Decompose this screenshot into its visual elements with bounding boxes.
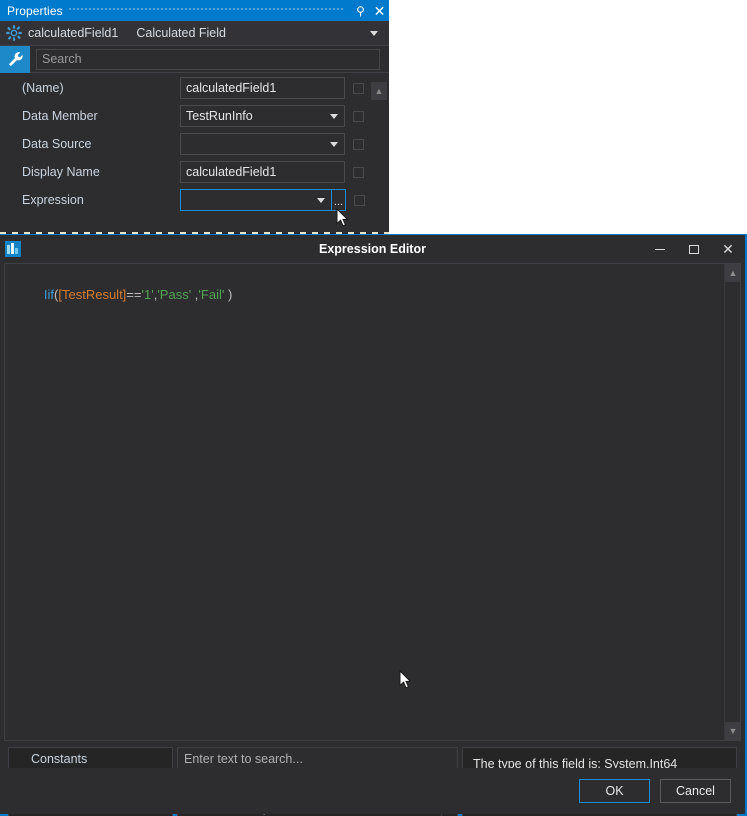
- chevron-down-icon[interactable]: [370, 30, 378, 36]
- dialog-title: Expression Editor: [319, 242, 426, 256]
- app-root: Properties ⚲ ✕ calculatedField1 Calculat…: [0, 0, 747, 816]
- expression-ellipsis-button[interactable]: ...: [332, 189, 346, 211]
- scroll-down-arrow-icon[interactable]: ▼: [725, 722, 740, 740]
- property-value-data-source[interactable]: [180, 133, 345, 155]
- property-label: Data Member: [22, 109, 98, 123]
- property-label: Data Source: [22, 137, 92, 151]
- search-input[interactable]: [36, 48, 380, 70]
- pin-icon[interactable]: ⚲: [351, 0, 370, 21]
- property-bind-checkbox[interactable]: [353, 138, 364, 150]
- token-punct: ): [224, 287, 233, 302]
- property-bind-checkbox[interactable]: [353, 82, 364, 94]
- token-string: 'Pass': [157, 287, 192, 302]
- property-label: Display Name: [22, 165, 100, 179]
- properties-scroll-up-button[interactable]: ▲: [371, 82, 387, 100]
- property-value-display-name[interactable]: calculatedField1: [180, 161, 345, 183]
- chevron-down-icon[interactable]: [330, 114, 338, 119]
- properties-titlebar: Properties ⚲ ✕: [0, 0, 389, 21]
- editor-vertical-scrollbar[interactable]: ▲ ▼: [724, 264, 740, 740]
- window-controls: ✕: [643, 235, 745, 263]
- maximize-icon[interactable]: [677, 235, 711, 263]
- property-row[interactable]: Display Name calculatedField1: [0, 158, 389, 186]
- token-string: '1': [141, 287, 154, 302]
- properties-search-row: [0, 45, 389, 73]
- gear-icon: [5, 24, 23, 42]
- object-name: calculatedField1: [28, 26, 119, 40]
- property-row[interactable]: Data Source: [0, 130, 389, 158]
- chevron-down-icon[interactable]: [330, 142, 338, 147]
- scroll-up-arrow-icon[interactable]: ▲: [725, 264, 740, 282]
- close-icon[interactable]: ✕: [370, 0, 389, 21]
- token-string: 'Fail': [198, 287, 225, 302]
- chevron-down-icon[interactable]: [317, 198, 325, 203]
- property-value-name[interactable]: calculatedField1: [180, 77, 345, 99]
- property-bind-checkbox[interactable]: [353, 110, 364, 122]
- minimize-icon[interactable]: [643, 235, 677, 263]
- property-value-data-member[interactable]: TestRunInfo: [180, 105, 345, 127]
- property-value-expression[interactable]: [180, 189, 332, 211]
- wrench-icon[interactable]: [0, 45, 30, 73]
- chart-app-icon: [5, 241, 21, 257]
- cancel-button[interactable]: Cancel: [660, 779, 731, 803]
- properties-title: Properties: [7, 3, 63, 18]
- property-label: Expression: [22, 193, 84, 207]
- property-row[interactable]: Data Member TestRunInfo: [0, 102, 389, 130]
- property-row[interactable]: (Name) calculatedField1: [0, 74, 389, 102]
- object-selector-row[interactable]: calculatedField1 Calculated Field: [0, 21, 389, 46]
- close-icon[interactable]: ✕: [711, 235, 745, 263]
- expression-text: Iif([TestResult]=='1','Pass' ,'Fail' ): [15, 272, 232, 317]
- drag-grip[interactable]: [68, 0, 345, 21]
- property-row-expression[interactable]: Expression ...: [0, 186, 389, 214]
- expression-code-editor[interactable]: Iif([TestResult]=='1','Pass' ,'Fail' ) ▲…: [4, 263, 741, 741]
- tree-item-label: Constants: [31, 752, 88, 766]
- property-value-text: TestRunInfo: [186, 109, 253, 123]
- properties-panel: Properties ⚲ ✕ calculatedField1 Calculat…: [0, 0, 389, 236]
- property-bind-checkbox[interactable]: [353, 166, 364, 178]
- token-field: [TestResult]: [58, 287, 127, 302]
- token-operator: ==: [126, 287, 142, 302]
- object-type: Calculated Field: [136, 26, 226, 40]
- token-function: Iif: [43, 287, 55, 302]
- dialog-titlebar[interactable]: Expression Editor ✕: [0, 235, 745, 263]
- tree-item-constants[interactable]: Constants: [9, 748, 172, 770]
- ok-button[interactable]: OK: [579, 779, 650, 803]
- property-label: (Name): [22, 81, 64, 95]
- expression-editor-dialog: Expression Editor ✕ Iif([TestResult]=='1…: [0, 234, 747, 816]
- dialog-footer: OK Cancel: [0, 768, 745, 814]
- property-bind-checkbox[interactable]: [354, 194, 365, 206]
- properties-grid: (Name) calculatedField1 Data Member Test…: [0, 74, 389, 234]
